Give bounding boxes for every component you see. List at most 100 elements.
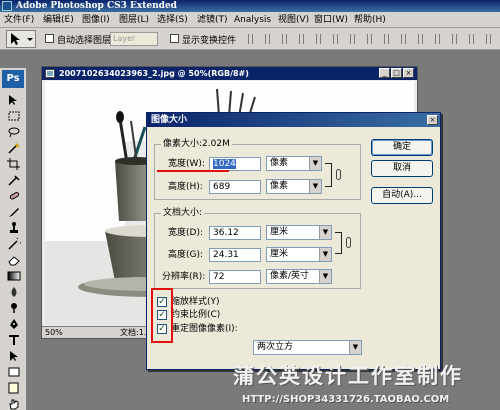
resolution-unit: 像素/英寸 [270,271,310,281]
auto-select-target-dropdown[interactable]: Layer [110,32,158,46]
move-tool-icon[interactable] [7,94,21,106]
dialog-close-button[interactable]: × [427,115,438,125]
doc-width-input[interactable]: 36.12 [209,226,261,240]
brush-tool-icon[interactable] [7,206,21,218]
menu-filter[interactable]: 滤镜(T) [197,14,228,26]
menu-file[interactable]: 文件(F) [4,14,34,26]
pixel-height-value: 689 [213,182,231,192]
show-transform-checkbox[interactable] [170,34,179,43]
doc-height-unit-select[interactable]: 厘米 ▼ [266,247,332,262]
menu-layer[interactable]: 图层(L) [119,14,149,26]
marquee-tool-icon[interactable] [7,110,21,122]
doc-link-bracket [335,232,342,254]
chevron-down-icon: ▼ [309,157,321,170]
crop-tool-icon[interactable] [7,158,21,170]
eyedropper-tool-icon[interactable] [7,174,21,186]
document-maximize-button[interactable]: □ [391,68,402,78]
document-icon [45,69,55,78]
ps-logo: Ps [2,70,24,88]
menu-image[interactable]: 图像(I) [82,14,110,26]
pen-tool-icon[interactable] [7,318,21,330]
pixel-height-label: 高度(H): [168,182,203,192]
pixel-height-unit: 像素 [270,181,289,191]
app-title: Adobe Photoshop CS3 Extended [16,1,177,11]
pixel-height-input[interactable]: 689 [209,180,261,194]
path-selection-tool-icon[interactable] [7,350,21,362]
resample-method: 两次立方 [257,342,294,352]
doc-height-label: 高度(G): [168,250,204,260]
menu-window[interactable]: 窗口(W) [314,14,348,26]
history-brush-tool-icon[interactable] [7,238,21,250]
chevron-down-icon: ▼ [349,341,361,354]
pixel-height-unit-select[interactable]: 像素 ▼ [266,179,322,194]
highlight-underline [157,170,229,172]
cancel-button[interactable]: 取消 [371,160,433,177]
hand-tool-icon[interactable] [7,398,21,410]
options-bar: 自动选择图层 Layer 显示变换控件 [0,28,500,50]
notes-tool-icon[interactable] [7,382,21,394]
menu-help[interactable]: 帮助(H) [354,14,386,26]
auto-select-checkbox[interactable] [45,34,54,43]
document-title: 2007102634023963_2.jpg @ 50%(RGB/8#) [59,69,249,78]
resample-method-select[interactable]: 两次立方 ▼ [253,340,362,355]
eraser-tool-icon[interactable] [7,254,21,266]
document-title-bar[interactable]: 2007102634023963_2.jpg @ 50%(RGB/8#) _ □… [42,67,417,80]
document-minimize-button[interactable]: _ [379,68,390,78]
doc-height-value: 24.31 [213,250,239,260]
move-tool-icon [11,33,33,45]
menu-bar: 文件(F) 编辑(E) 图像(I) 图层(L) 选择(S) 滤镜(T) Anal… [0,12,500,28]
pixel-dimensions-label: 像素大小:2.02M [161,138,232,150]
resolution-label: 分辨率(R): [162,272,206,282]
tool-preset-picker[interactable] [6,30,36,48]
resample-label: 重定图像像素(I): [171,324,238,334]
scale-styles-label: 缩放样式(Y) [171,297,220,307]
doc-width-value: 36.12 [213,228,239,238]
dialog-title-bar[interactable]: 图像大小 × [147,113,440,127]
constrain-proportions-label: 约束比例(C) [171,310,221,320]
rectangle-tool-icon[interactable] [7,366,21,378]
doc-width-label: 宽度(D): [168,228,203,238]
pixel-link-bracket [325,163,332,187]
chain-link-icon [336,169,341,180]
doc-height-input[interactable]: 24.31 [209,248,261,262]
menu-analysis[interactable]: Analysis [234,14,271,26]
pixel-width-unit-select[interactable]: 像素 ▼ [266,156,322,171]
document-close-button[interactable]: × [403,68,414,78]
chevron-down-icon: ▼ [309,180,321,193]
menu-select[interactable]: 选择(S) [157,14,188,26]
blur-tool-icon[interactable] [7,286,21,298]
menu-edit[interactable]: 编辑(E) [43,14,74,26]
doc-width-unit: 厘米 [270,227,289,237]
magic-wand-tool-icon[interactable] [7,142,21,154]
resolution-value: 72 [213,272,225,282]
document-size-label: 文档大小: [161,207,205,219]
watermark-url: HTTP://SHOP34331726.TAOBAO.COM [242,394,450,405]
pixel-width-value: 1024 [213,159,236,169]
pixel-width-input[interactable]: 1024 [209,157,261,171]
menu-view[interactable]: 视图(V) [278,14,309,26]
chevron-down-icon: ▼ [319,270,331,283]
type-tool-icon[interactable] [7,334,21,346]
auto-button[interactable]: 自动(A)... [371,187,433,204]
auto-select-label: 自动选择图层 [57,36,112,46]
dialog-title: 图像大小 [151,115,188,125]
zoom-level[interactable]: 50% [45,327,63,338]
resolution-unit-select[interactable]: 像素/英寸 ▼ [266,269,332,284]
resolution-input[interactable]: 72 [209,270,261,284]
pixel-width-label: 宽度(W): [168,159,205,169]
gradient-tool-icon[interactable] [7,270,21,282]
doc-width-unit-select[interactable]: 厘米 ▼ [266,225,332,240]
chevron-down-icon: ▼ [319,226,331,239]
align-distribute-icons[interactable] [248,34,498,44]
show-transform-label: 显示变换控件 [182,36,237,46]
photoshop-app-icon [2,1,12,11]
ok-button[interactable]: 确定 [371,139,433,156]
dodge-tool-icon[interactable] [7,302,21,314]
chain-link-icon [346,237,351,248]
lasso-tool-icon[interactable] [7,126,21,138]
highlight-box [151,288,173,343]
toolbox: Ps [0,68,27,410]
healing-brush-tool-icon[interactable] [7,190,21,202]
clone-stamp-tool-icon[interactable] [7,222,21,234]
chevron-down-icon: ▼ [319,248,331,261]
